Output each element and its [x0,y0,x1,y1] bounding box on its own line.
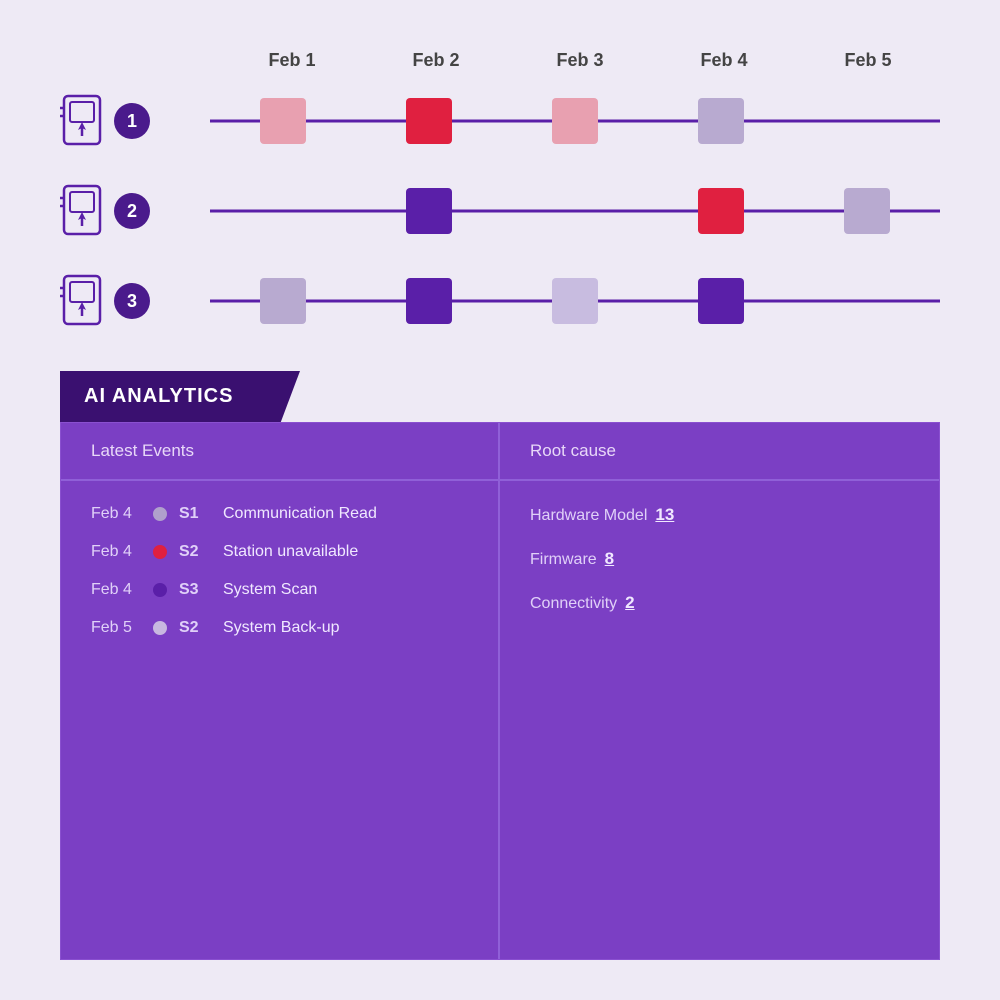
event-date-3: Feb 5 [91,619,141,637]
event-slot-r2-feb5 [794,171,940,251]
analytics-header: AI ANALYTICS [60,371,300,422]
charger-rows: 1 [60,81,940,341]
event-desc-3: System Back-up [223,619,339,637]
date-feb1: Feb 1 [220,50,364,71]
event-slot-r1-feb5-empty [794,81,940,161]
event-block-r2-feb2[interactable] [406,188,452,234]
event-slot-r3-feb5-empty [794,261,940,341]
date-feb5: Feb 5 [796,50,940,71]
table-body-root: Hardware Model 13 Firmware 8 Connectivit… [500,481,939,959]
event-block-r1-feb4[interactable] [698,98,744,144]
charger-icon-group-1: 1 [60,94,210,148]
charger-icon-group-2: 2 [60,184,210,238]
charger-row-2: 2 [60,171,940,251]
event-block-r2-feb5[interactable] [844,188,890,234]
event-block-r1-feb1[interactable] [260,98,306,144]
event-slot-r3-feb2 [356,261,502,341]
root-cause-value-1[interactable]: 8 [605,549,614,569]
event-slot-r1-feb3 [502,81,648,161]
event-station-2: S3 [179,581,211,599]
col-header-events: Latest Events [61,423,500,481]
timeline-events-3 [210,261,940,341]
event-row-2: Feb 4 S3 System Scan [91,581,468,599]
event-row-3: Feb 5 S2 System Back-up [91,619,468,637]
event-slot-r1-feb1 [210,81,356,161]
event-slot-r3-feb4 [648,261,794,341]
charger-number-1: 1 [114,103,150,139]
event-slot-r1-feb2 [356,81,502,161]
event-block-r1-feb2[interactable] [406,98,452,144]
event-date-1: Feb 4 [91,543,141,561]
event-slot-r1-feb4 [648,81,794,161]
event-desc-0: Communication Read [223,505,377,523]
event-desc-1: Station unavailable [223,543,358,561]
charger-icon-1 [60,94,104,148]
event-block-r3-feb3[interactable] [552,278,598,324]
event-block-r3-feb4[interactable] [698,278,744,324]
root-cause-label-0: Hardware Model [530,507,647,525]
event-slot-r2-feb1-empty [210,171,356,251]
charger-number-3: 3 [114,283,150,319]
charger-icon-3 [60,274,104,328]
event-block-r3-feb2[interactable] [406,278,452,324]
timeline-events-1 [210,81,940,161]
root-cause-label-2: Connectivity [530,595,617,613]
root-cause-row-2: Connectivity 2 [530,593,909,613]
analytics-table: Latest Events Root cause Feb 4 S1 Commun… [60,422,940,960]
event-row-0: Feb 4 S1 Communication Read [91,505,468,523]
main-container: Feb 1 Feb 2 Feb 3 Feb 4 Feb 5 1 [0,0,1000,1000]
date-feb2: Feb 2 [364,50,508,71]
root-cause-value-2[interactable]: 2 [625,593,634,613]
event-station-3: S2 [179,619,211,637]
date-feb4: Feb 4 [652,50,796,71]
root-cause-value-0[interactable]: 13 [655,505,674,525]
event-dot-2 [153,583,167,597]
event-dot-0 [153,507,167,521]
date-headers: Feb 1 Feb 2 Feb 3 Feb 4 Feb 5 [220,50,940,71]
root-cause-row-1: Firmware 8 [530,549,909,569]
analytics-section: AI ANALYTICS Latest Events Root cause Fe… [60,371,940,960]
root-cause-label-1: Firmware [530,551,597,569]
col-header-root: Root cause [500,423,939,481]
timeline-events-2 [210,171,940,251]
event-block-r3-feb1[interactable] [260,278,306,324]
timeline-track-3 [210,261,940,341]
date-feb3: Feb 3 [508,50,652,71]
event-block-r2-feb4[interactable] [698,188,744,234]
event-slot-r3-feb1 [210,261,356,341]
event-dot-1 [153,545,167,559]
event-station-0: S1 [179,505,211,523]
charger-row-1: 1 [60,81,940,161]
charger-number-2: 2 [114,193,150,229]
event-slot-r2-feb4 [648,171,794,251]
analytics-title: AI ANALYTICS [84,385,233,407]
event-slot-r3-feb3 [502,261,648,341]
chart-area: Feb 1 Feb 2 Feb 3 Feb 4 Feb 5 1 [60,40,940,341]
event-desc-2: System Scan [223,581,317,599]
event-slot-r2-feb3-empty [502,171,648,251]
timeline-track-1 [210,81,940,161]
event-row-1: Feb 4 S2 Station unavailable [91,543,468,561]
timeline-track-2 [210,171,940,251]
event-dot-3 [153,621,167,635]
event-date-2: Feb 4 [91,581,141,599]
root-cause-row-0: Hardware Model 13 [530,505,909,525]
event-station-1: S2 [179,543,211,561]
event-date-0: Feb 4 [91,505,141,523]
event-block-r1-feb3[interactable] [552,98,598,144]
table-body-events: Feb 4 S1 Communication Read Feb 4 S2 Sta… [61,481,500,959]
event-slot-r2-feb2 [356,171,502,251]
charger-icon-group-3: 3 [60,274,210,328]
charger-row-3: 3 [60,261,940,341]
charger-icon-2 [60,184,104,238]
